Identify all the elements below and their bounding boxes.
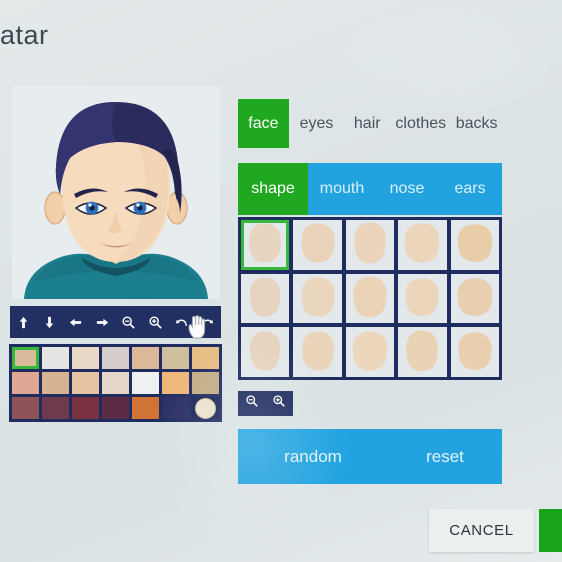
avatar-image xyxy=(12,86,220,299)
magnifier-plus-icon xyxy=(149,315,162,329)
face-shape-cell[interactable] xyxy=(241,220,290,270)
face-shape-cell[interactable] xyxy=(345,220,395,270)
ok-button[interactable] xyxy=(539,509,562,552)
color-swatch[interactable] xyxy=(162,347,189,369)
face-shape-thumb-icon xyxy=(249,223,282,263)
face-shape-cell[interactable] xyxy=(398,327,447,377)
face-shape-thumb-icon xyxy=(457,278,493,316)
face-shape-thumb-icon xyxy=(458,332,492,370)
subtab-nose[interactable]: nose xyxy=(376,163,438,215)
move-right-button[interactable] xyxy=(89,306,115,338)
face-shape-thumb-icon xyxy=(405,278,439,316)
color-swatch[interactable] xyxy=(192,347,219,369)
color-swatch[interactable] xyxy=(102,397,129,419)
random-button[interactable]: random xyxy=(238,447,388,467)
preview-zoom-bar xyxy=(238,391,293,416)
face-shape-cell[interactable] xyxy=(398,220,447,270)
transform-toolbar xyxy=(10,306,221,338)
color-swatch[interactable] xyxy=(42,372,69,394)
face-shape-cell[interactable] xyxy=(450,327,499,377)
arrow-right-icon xyxy=(96,318,108,326)
redo-button[interactable] xyxy=(195,306,221,338)
face-shape-thumb-icon xyxy=(301,331,334,371)
face-shape-thumb-icon xyxy=(301,223,335,263)
undo-button[interactable] xyxy=(168,306,194,338)
face-shape-cell[interactable] xyxy=(241,273,290,324)
avatar-preview-panel[interactable] xyxy=(12,86,220,299)
color-swatch[interactable] xyxy=(72,372,99,394)
face-shape-cell[interactable] xyxy=(398,273,447,324)
face-shape-cell[interactable] xyxy=(450,220,499,270)
custom-color-dot xyxy=(195,397,216,419)
color-swatch[interactable] xyxy=(72,397,99,419)
color-swatch[interactable] xyxy=(12,347,39,369)
color-palette xyxy=(9,344,222,422)
face-shape-cell[interactable] xyxy=(241,327,290,377)
color-swatch[interactable] xyxy=(132,372,159,394)
face-shape-thumb-icon xyxy=(250,331,281,371)
color-swatch[interactable] xyxy=(192,372,219,394)
magnifier-minus-icon xyxy=(246,395,258,407)
subtab-mouth[interactable]: mouth xyxy=(308,163,376,215)
color-swatch-custom[interactable] xyxy=(192,397,219,419)
undo-arrow-icon xyxy=(176,319,187,326)
tab-backs[interactable]: backs xyxy=(451,99,502,148)
action-bar: random reset xyxy=(238,429,502,484)
face-shape-cell[interactable] xyxy=(293,273,342,324)
sub-tabs: shape mouth nose ears xyxy=(238,163,502,215)
face-shape-thumb-icon xyxy=(406,330,439,371)
tab-eyes[interactable]: eyes xyxy=(289,99,344,148)
arrow-left-icon xyxy=(70,318,82,326)
page-title: vatar xyxy=(0,20,49,50)
face-shape-cell[interactable] xyxy=(293,327,342,377)
arrow-down-icon xyxy=(45,316,54,328)
face-shape-grid xyxy=(238,217,502,380)
category-tabs: face eyes hair clothes backs xyxy=(238,99,502,148)
move-left-button[interactable] xyxy=(63,306,89,338)
preview-zoom-out-button[interactable] xyxy=(245,394,259,413)
face-shape-cell[interactable] xyxy=(345,327,395,377)
color-swatch[interactable] xyxy=(42,397,69,419)
cancel-button[interactable]: CANCEL xyxy=(429,509,534,552)
face-shape-thumb-icon xyxy=(457,224,493,263)
color-swatch[interactable] xyxy=(12,372,39,394)
zoom-out-button[interactable] xyxy=(116,306,142,338)
color-swatch[interactable] xyxy=(42,347,69,369)
arrow-up-icon xyxy=(19,316,27,328)
face-shape-thumb-icon xyxy=(352,331,388,371)
zoom-in-button[interactable] xyxy=(142,306,168,338)
color-swatch[interactable] xyxy=(102,372,129,394)
subtab-ears[interactable]: ears xyxy=(438,163,502,215)
face-shape-thumb-icon xyxy=(301,277,335,317)
tab-face[interactable]: face xyxy=(238,99,289,148)
tab-hair[interactable]: hair xyxy=(344,99,390,148)
face-shape-thumb-icon xyxy=(354,223,386,264)
face-shape-thumb-icon xyxy=(250,277,281,317)
redo-arrow-icon xyxy=(202,319,214,326)
move-down-button[interactable] xyxy=(36,306,62,338)
color-swatch[interactable] xyxy=(162,397,189,419)
color-swatch[interactable] xyxy=(132,397,159,419)
color-swatch[interactable] xyxy=(12,397,39,419)
color-swatch[interactable] xyxy=(72,347,99,369)
face-shape-thumb-icon xyxy=(353,276,387,318)
color-swatch[interactable] xyxy=(162,372,189,394)
reset-button[interactable]: reset xyxy=(388,447,502,467)
face-shape-cell[interactable] xyxy=(450,273,499,324)
magnifier-plus-icon xyxy=(273,395,286,407)
face-shape-cell[interactable] xyxy=(293,220,342,270)
face-shape-thumb-icon xyxy=(405,223,440,263)
color-swatch[interactable] xyxy=(132,347,159,369)
subtab-shape[interactable]: shape xyxy=(238,163,308,215)
move-up-button[interactable] xyxy=(10,306,36,338)
preview-zoom-in-button[interactable] xyxy=(272,394,286,413)
face-shape-cell[interactable] xyxy=(345,273,395,324)
tab-clothes[interactable]: clothes xyxy=(390,99,451,148)
color-swatch[interactable] xyxy=(102,347,129,369)
magnifier-minus-icon xyxy=(122,315,135,329)
